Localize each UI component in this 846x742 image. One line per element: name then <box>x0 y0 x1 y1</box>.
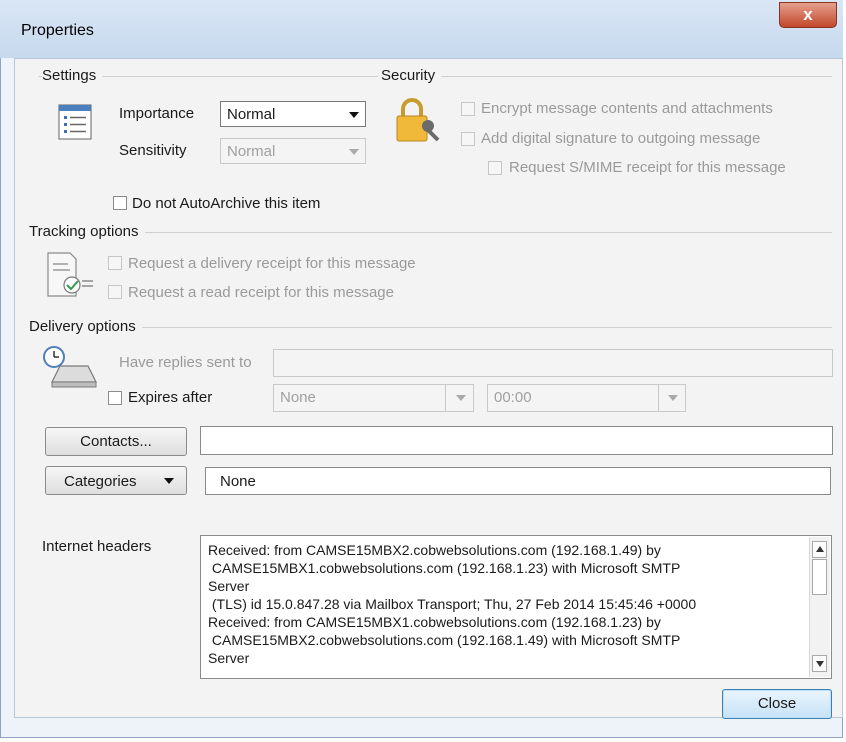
categories-button[interactable]: Categories <box>45 466 187 495</box>
importance-value: Normal <box>227 106 276 123</box>
headers-scrollbar[interactable] <box>809 537 830 677</box>
autoarchive-checkbox[interactable] <box>113 196 127 210</box>
arrow-down-icon <box>816 661 824 667</box>
settings-heading: Settings <box>42 67 103 84</box>
categories-field: None <box>205 467 831 495</box>
categories-value: None <box>220 473 256 490</box>
signature-label: Add digital signature to outgoing messag… <box>481 130 761 147</box>
expires-date-value: None <box>280 389 316 406</box>
chevron-down-icon <box>349 112 359 118</box>
close-button[interactable]: Close <box>722 689 832 719</box>
autoarchive-label: Do not AutoArchive this item <box>132 195 321 212</box>
delivery-clock-icon <box>43 346 97 388</box>
arrow-up-icon <box>816 546 824 552</box>
sensitivity-value: Normal <box>227 143 276 160</box>
chevron-down-icon <box>668 395 678 401</box>
scroll-down-button[interactable] <box>812 655 827 672</box>
contacts-input[interactable] <box>200 426 833 455</box>
chevron-down-icon <box>164 478 174 484</box>
delivery-rule <box>30 327 832 328</box>
delivery-heading: Delivery options <box>29 318 142 335</box>
divider <box>445 385 446 411</box>
security-heading: Security <box>381 67 442 84</box>
categories-button-label: Categories <box>64 473 137 490</box>
title-bar <box>0 0 843 58</box>
expires-date-select[interactable]: None <box>273 384 474 412</box>
delivery-receipt-label: Request a delivery receipt for this mess… <box>128 255 416 272</box>
delivery-receipt-checkbox[interactable] <box>108 256 122 270</box>
contacts-button[interactable]: Contacts... <box>45 427 187 456</box>
read-receipt-label: Request a read receipt for this message <box>128 284 394 301</box>
window-close-button[interactable]: x <box>779 2 837 28</box>
chevron-down-icon <box>456 395 466 401</box>
window-title: Properties <box>21 22 94 39</box>
signature-checkbox[interactable] <box>461 132 475 146</box>
expires-time-value: 00:00 <box>494 389 532 406</box>
chevron-down-icon <box>349 149 359 155</box>
replies-label: Have replies sent to <box>119 354 252 371</box>
security-lock-key-icon <box>396 98 440 142</box>
tracking-rule <box>30 232 832 233</box>
sensitivity-select[interactable]: Normal <box>220 138 366 164</box>
expires-label: Expires after <box>128 389 213 406</box>
smime-checkbox[interactable] <box>488 161 502 175</box>
internet-headers-box[interactable]: Received: from CAMSE15MBX2.cobwebsolutio… <box>200 535 832 679</box>
read-receipt-checkbox[interactable] <box>108 285 122 299</box>
importance-label: Importance <box>119 105 195 122</box>
smime-label: Request S/MIME receipt for this message <box>509 159 786 176</box>
divider <box>658 385 659 411</box>
encrypt-label: Encrypt message contents and attachments <box>481 100 773 117</box>
tracking-heading: Tracking options <box>29 223 145 240</box>
internet-headers-text: Received: from CAMSE15MBX2.cobwebsolutio… <box>208 542 697 666</box>
settings-list-icon <box>58 104 92 140</box>
scroll-up-button[interactable] <box>812 541 827 558</box>
internet-headers-label: Internet headers <box>42 538 152 555</box>
importance-select[interactable]: Normal <box>220 101 366 127</box>
expires-time-select[interactable]: 00:00 <box>487 384 686 412</box>
tracking-checklist-icon <box>47 252 93 297</box>
encrypt-checkbox[interactable] <box>461 102 475 116</box>
scroll-thumb[interactable] <box>812 559 827 595</box>
replies-input[interactable] <box>273 349 833 377</box>
security-rule <box>385 76 832 77</box>
expires-checkbox[interactable] <box>108 391 122 405</box>
sensitivity-label: Sensitivity <box>119 142 187 159</box>
